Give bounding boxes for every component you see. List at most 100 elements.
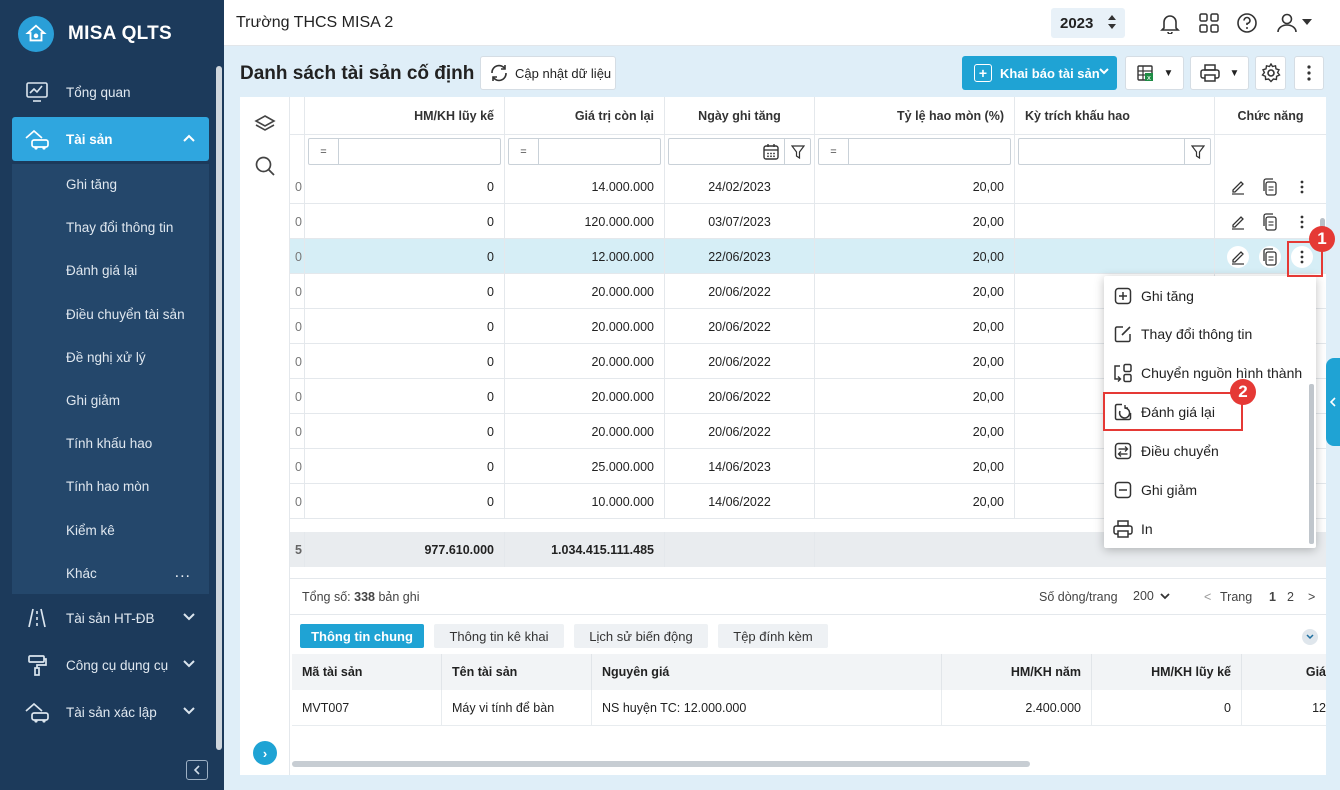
help-icon[interactable]: [1236, 12, 1258, 34]
layers-icon[interactable]: [252, 111, 278, 137]
submenu-ghi-giam[interactable]: Ghi giảm: [66, 393, 120, 408]
sidebar-item-tai-san-ht-db[interactable]: Tài sản HT-ĐB: [12, 596, 209, 640]
sidebar-item-tai-san[interactable]: Tài sản: [12, 117, 209, 161]
tab-thong-tin-ke-khai[interactable]: Thông tin kê khai: [434, 624, 564, 648]
column-header-ky-trich-khau-hao[interactable]: Kỳ trích khấu hao: [1015, 97, 1215, 135]
menu-item-in[interactable]: In: [1104, 510, 1309, 548]
edit-icon[interactable]: [1227, 246, 1249, 268]
menu-item-label: Điều chuyển: [1141, 443, 1219, 459]
column-header-ngay-ghi-tang[interactable]: Ngày ghi tăng: [665, 97, 815, 135]
total-hmkh: 977.610.000: [305, 532, 505, 567]
search-icon[interactable]: [252, 153, 278, 179]
expand-panel-icon[interactable]: ›: [253, 741, 277, 765]
submenu-thay-doi-thong-tin[interactable]: Thay đổi thông tin: [66, 220, 173, 235]
more-icon[interactable]: ...: [175, 564, 191, 582]
kebab-menu-icon[interactable]: [1291, 176, 1313, 198]
next-page-button[interactable]: >: [1308, 590, 1315, 604]
kebab-menu-icon[interactable]: [1291, 211, 1313, 233]
column-header-gia-tri-con-lai[interactable]: Giá trị còn lại: [505, 97, 665, 135]
chevron-down-icon[interactable]: [1099, 67, 1109, 78]
equals-operator[interactable]: =: [819, 139, 849, 164]
submenu-dieu-chuyen-tai-san[interactable]: Điều chuyển tài sản: [66, 307, 185, 322]
filter-input-date[interactable]: [668, 138, 811, 165]
submenu-tinh-hao-mon[interactable]: Tính hao mòn: [66, 479, 149, 494]
menu-item-ghi-tang[interactable]: Ghi tăng: [1104, 277, 1309, 315]
menu-item-ghi-giam[interactable]: Ghi giảm: [1104, 471, 1309, 509]
tab-lich-su-bien-dong[interactable]: Lịch sử biến động: [574, 624, 708, 648]
edit-icon[interactable]: [1227, 176, 1249, 198]
spinner-icon[interactable]: [1108, 15, 1116, 31]
refresh-label: Cập nhật dữ liệu: [515, 65, 612, 81]
column-header-ty-le-hao-mon[interactable]: Tỷ lệ hao mòn (%): [815, 97, 1015, 135]
export-excel-button[interactable]: x ▼: [1125, 56, 1184, 90]
cell-ngay-ghi-tang: 24/02/2023: [665, 169, 815, 204]
menu-item-dieu-chuyen[interactable]: Điều chuyển: [1104, 432, 1309, 470]
year-selector[interactable]: 2023: [1051, 8, 1125, 38]
menu-scrollbar[interactable]: [1309, 384, 1314, 544]
equals-operator[interactable]: =: [509, 139, 539, 164]
filter-icon[interactable]: [1184, 139, 1210, 164]
sidebar-item-tai-san-xac-lap[interactable]: Tài sản xác lập: [12, 690, 209, 734]
filter-input-rate[interactable]: =: [818, 138, 1011, 165]
sidebar-item-cong-cu-dung-cu[interactable]: Công cụ dụng cụ: [12, 643, 209, 687]
misa-logo-icon: [18, 16, 54, 52]
caret-down-icon[interactable]: [1302, 18, 1312, 26]
submenu-de-nghi-xu-ly[interactable]: Đề nghị xử lý: [66, 350, 146, 365]
filter-input-gtcl[interactable]: =: [508, 138, 661, 165]
bell-icon[interactable]: [1159, 12, 1181, 34]
cell-hmkh-luy-ke: 0: [305, 344, 505, 379]
collapse-sidebar-icon[interactable]: [186, 760, 208, 780]
refresh-data-button[interactable]: Cập nhật dữ liệu: [480, 56, 616, 90]
detail-header-ten-tai-san: Tên tài sản: [442, 654, 592, 690]
submenu-danh-gia-lai[interactable]: Đánh giá lại: [66, 263, 137, 278]
collapse-detail-icon[interactable]: [1302, 629, 1318, 645]
sidebar-scrollbar[interactable]: [216, 66, 222, 750]
copy-icon[interactable]: [1259, 211, 1281, 233]
table-row[interactable]: 0 0 120.000.000 03/07/2023 20,00: [290, 204, 1326, 239]
sidebar-item-tong-quan[interactable]: Tổng quan: [12, 70, 209, 114]
menu-item-thay-doi-thong-tin[interactable]: Thay đổi thông tin: [1104, 315, 1309, 353]
page-1-button[interactable]: 1: [1269, 590, 1276, 604]
column-header-chuc-nang: Chức năng: [1215, 97, 1326, 135]
submenu-ghi-tang[interactable]: Ghi tăng: [66, 177, 117, 192]
filter-input-hmkh[interactable]: =: [308, 138, 501, 165]
rows-per-page-select[interactable]: 200: [1133, 589, 1170, 603]
copy-icon[interactable]: [1259, 176, 1281, 198]
apps-grid-icon[interactable]: [1198, 12, 1220, 34]
copy-icon[interactable]: [1259, 246, 1281, 268]
submenu-tinh-khau-hao[interactable]: Tính khấu hao: [66, 436, 152, 451]
menu-item-chuyen-nguon-hinh-thanh[interactable]: Chuyển nguồn hình thành: [1104, 354, 1309, 392]
printer-icon: [1113, 519, 1133, 539]
cell-ngay-ghi-tang: 20/06/2022: [665, 414, 815, 449]
side-panel-toggle[interactable]: [1326, 358, 1340, 446]
user-icon[interactable]: [1276, 12, 1298, 34]
print-button[interactable]: ▼: [1190, 56, 1249, 90]
detail-horizontal-scrollbar[interactable]: [292, 761, 1030, 767]
table-row[interactable]: 0 0 14.000.000 24/02/2023 20,00: [290, 169, 1326, 204]
add-asset-button[interactable]: + Khai báo tài sản: [962, 56, 1117, 90]
cell-gia-tri-con-lai: 12.000.000: [505, 239, 665, 274]
detail-header-hmkh-nam: HM/KH năm: [942, 654, 1092, 690]
tab-thong-tin-chung[interactable]: Thông tin chung: [300, 624, 424, 648]
cell-ngay-ghi-tang: 14/06/2022: [665, 484, 815, 519]
column-header-hmkh-luy-ke[interactable]: HM/KH lũy kế: [305, 97, 505, 135]
sidebar: MISA QLTS Tổng quan Tài sản Ghi tăng Tha…: [0, 0, 224, 790]
settings-button[interactable]: [1255, 56, 1286, 90]
equals-operator[interactable]: =: [309, 139, 339, 164]
edit-icon[interactable]: [1227, 211, 1249, 233]
filter-cell-partial: [290, 135, 305, 169]
chevron-down-icon: [183, 657, 195, 671]
filter-cell-gtcl: =: [505, 135, 665, 169]
caret-down-icon: ▼: [1163, 67, 1174, 79]
prev-page-button[interactable]: <: [1204, 590, 1211, 604]
brand[interactable]: MISA QLTS: [18, 16, 172, 52]
calendar-icon[interactable]: [762, 143, 780, 164]
tab-tep-dinh-kem[interactable]: Tệp đính kèm: [718, 624, 828, 648]
page-2-button[interactable]: 2: [1287, 590, 1294, 604]
dashboard-icon: [24, 79, 50, 105]
filter-icon[interactable]: [784, 139, 810, 164]
more-options-button[interactable]: [1294, 56, 1324, 90]
table-row[interactable]: 0 0 12.000.000 22/06/2023 20,00: [290, 239, 1326, 274]
filter-input-ky-trich[interactable]: [1018, 138, 1211, 165]
submenu-kiem-ke[interactable]: Kiểm kê: [66, 523, 115, 538]
